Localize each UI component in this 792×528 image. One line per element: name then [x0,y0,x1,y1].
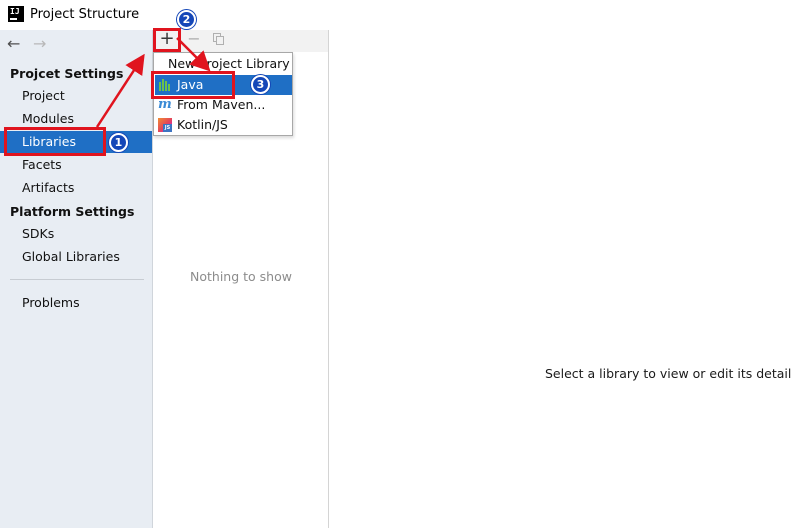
popup-item-kotlin-js[interactable]: JS Kotlin/JS [155,115,292,135]
popup-item-label: From Maven... [177,97,266,112]
platform-settings-header: Platform Settings [10,204,135,219]
settings-sidebar: ← → Projcet Settings Project Modules Lib… [0,30,153,528]
sidebar-item-project[interactable]: Project [0,85,152,107]
window-title: Project Structure [30,7,140,22]
intellij-logo-icon: IJ [8,6,24,22]
sidebar-item-problems[interactable]: Problems [0,292,152,314]
popup-item-label: Kotlin/JS [177,117,228,132]
library-detail-panel: Select a library to view or edit its det… [330,30,792,528]
sidebar-divider [10,279,144,280]
copy-icon[interactable] [213,33,225,46]
sidebar-item-global-libraries[interactable]: Global Libraries [0,246,152,268]
back-arrow-icon[interactable]: ← [7,34,20,54]
sidebar-item-sdks[interactable]: SDKs [0,223,152,245]
step-badge-1: 1 [109,133,128,152]
popup-title: New Project Library [168,56,290,71]
remove-library-button[interactable]: − [186,30,202,50]
highlight-libraries [4,127,106,156]
forward-arrow-icon[interactable]: → [33,34,46,54]
detail-placeholder-text: Select a library to view or edit its det… [545,366,792,381]
highlight-add-button [153,28,181,52]
sidebar-item-facets[interactable]: Facets [0,154,152,176]
kotlin-js-icon: JS [158,118,172,132]
empty-list-text: Nothing to show [190,269,292,284]
highlight-java [151,71,235,99]
step-badge-2: 2 [177,10,196,29]
maven-icon: m [158,97,172,112]
title-bar: IJ Project Structure [0,0,792,30]
sidebar-item-artifacts[interactable]: Artifacts [0,177,152,199]
project-settings-header: Projcet Settings [10,66,124,81]
step-badge-3: 3 [251,75,270,94]
